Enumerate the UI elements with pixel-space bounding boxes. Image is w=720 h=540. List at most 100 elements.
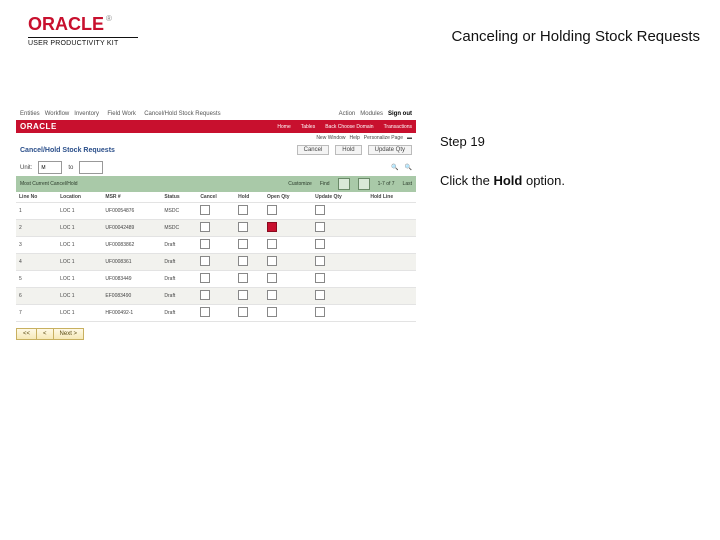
cancel-button[interactable]: Cancel (297, 145, 330, 155)
table-cell (235, 305, 264, 322)
table-row: 4LOC 1UF0008361Draft (16, 254, 416, 271)
table-cell: HF000492-1 (102, 305, 161, 322)
table-header-row: Line No Location MSR # Status Cancel Hol… (16, 192, 416, 203)
lesson-title: Canceling or Holding Stock Requests (452, 28, 700, 45)
checkbox[interactable] (200, 205, 210, 215)
brand-rule (28, 37, 138, 38)
col-header: Line No (16, 192, 57, 203)
shot-top-nav-right: Action Modules Sign out (339, 111, 412, 117)
table-cell: UF00042489 (102, 220, 161, 237)
checkbox[interactable] (315, 273, 325, 283)
hold-checkbox-highlighted[interactable] (267, 222, 277, 232)
table-cell: Draft (161, 271, 197, 288)
shot-red-tabs: Home Tables Back Choose Domain Transacti… (277, 124, 412, 130)
shot-top-nav-left: Entities Workflow Inventory Field Work C… (20, 111, 221, 117)
checkbox[interactable] (315, 307, 325, 317)
col-header: Open Qty (264, 192, 312, 203)
table-cell: 4 (16, 254, 57, 271)
table-cell (235, 220, 264, 237)
checkbox[interactable] (315, 205, 325, 215)
brand-subline: USER PRODUCTIVITY KIT (28, 40, 188, 47)
shot-footer: << < Next > (16, 322, 416, 340)
checkbox[interactable] (267, 256, 277, 266)
checkbox[interactable] (238, 290, 248, 300)
tab: Tables (301, 124, 315, 130)
checkbox[interactable] (200, 307, 210, 317)
checkbox[interactable] (267, 290, 277, 300)
checkbox[interactable] (315, 239, 325, 249)
table-row: 2LOC 1UF00042489MSDC (16, 220, 416, 237)
checkbox[interactable] (200, 290, 210, 300)
tab: Back Choose Domain (325, 124, 373, 130)
checkbox[interactable] (267, 239, 277, 249)
nav-item: Entities (20, 111, 40, 117)
hold-button[interactable]: Hold (335, 145, 361, 155)
table-cell (312, 271, 367, 288)
table-cell: LOC 1 (57, 288, 102, 305)
table-cell (235, 237, 264, 254)
table-row: 1LOC 1UF00054876MSDC (16, 203, 416, 220)
tab: Home (277, 124, 290, 130)
pager-bar[interactable]: << < Next > (16, 328, 84, 340)
table-cell: Draft (161, 305, 197, 322)
checkbox[interactable] (238, 222, 248, 232)
nav-item: Action (339, 111, 356, 117)
brand-word: ORACLE (28, 14, 104, 34)
table-cell: LOC 1 (57, 237, 102, 254)
checkbox[interactable] (200, 256, 210, 266)
table-cell (312, 237, 367, 254)
table-cell: 3 (16, 237, 57, 254)
col-header: Location (57, 192, 102, 203)
checkbox[interactable] (315, 256, 325, 266)
checkbox[interactable] (315, 222, 325, 232)
checkbox[interactable] (238, 205, 248, 215)
shot-top-nav: Entities Workflow Inventory Field Work C… (16, 108, 416, 120)
checkbox[interactable] (200, 273, 210, 283)
pager-prev[interactable]: < (37, 329, 54, 339)
filter-icon: 🔍 (391, 164, 398, 171)
toolbar-link: Find (320, 181, 330, 187)
col-header: Hold (235, 192, 264, 203)
pager-next[interactable]: Next > (54, 329, 84, 339)
checkbox[interactable] (200, 239, 210, 249)
nav-item: Cancel/Hold Stock Requests (144, 111, 220, 117)
checkbox[interactable] (238, 273, 248, 283)
table-cell: 2 (16, 220, 57, 237)
update-qty-button[interactable]: Update Qty (368, 145, 412, 155)
checkbox[interactable] (238, 239, 248, 249)
checkbox[interactable] (315, 290, 325, 300)
table-cell (197, 288, 235, 305)
checkbox[interactable] (267, 307, 277, 317)
table-cell: Draft (161, 254, 197, 271)
shot-subbar: New Window Help Personalize Page ▬ (16, 133, 416, 143)
table-cell (264, 288, 312, 305)
checkbox[interactable] (267, 273, 277, 283)
filter-input[interactable] (38, 161, 62, 174)
instr-suffix: option. (522, 173, 565, 188)
table-cell: LOC 1 (57, 203, 102, 220)
filter-icon: 🔍 (405, 164, 412, 171)
checkbox[interactable] (238, 307, 248, 317)
pager-prev-all[interactable]: << (17, 329, 37, 339)
filter-input[interactable] (79, 161, 103, 174)
checkbox[interactable] (267, 205, 277, 215)
subbar-divider: ▬ (407, 135, 412, 141)
step-label: Step 19 (440, 134, 700, 149)
table-cell (197, 271, 235, 288)
table-cell (312, 288, 367, 305)
nav-item: Field Work (107, 111, 136, 117)
table-cell (264, 237, 312, 254)
col-header: Status (161, 192, 197, 203)
table-cell: EF0083490 (102, 288, 161, 305)
checkbox[interactable] (238, 256, 248, 266)
checkbox[interactable] (200, 222, 210, 232)
table-row: 7LOC 1HF000492-1Draft (16, 305, 416, 322)
instruction-text: Click the Hold option. (440, 173, 700, 190)
table-cell (367, 220, 416, 237)
table-cell (367, 237, 416, 254)
table-cell (312, 305, 367, 322)
instr-bold: Hold (493, 173, 522, 188)
nav-item: Modules (360, 111, 383, 117)
subbar-link: Personalize Page (364, 135, 403, 141)
col-header: Hold Line (367, 192, 416, 203)
